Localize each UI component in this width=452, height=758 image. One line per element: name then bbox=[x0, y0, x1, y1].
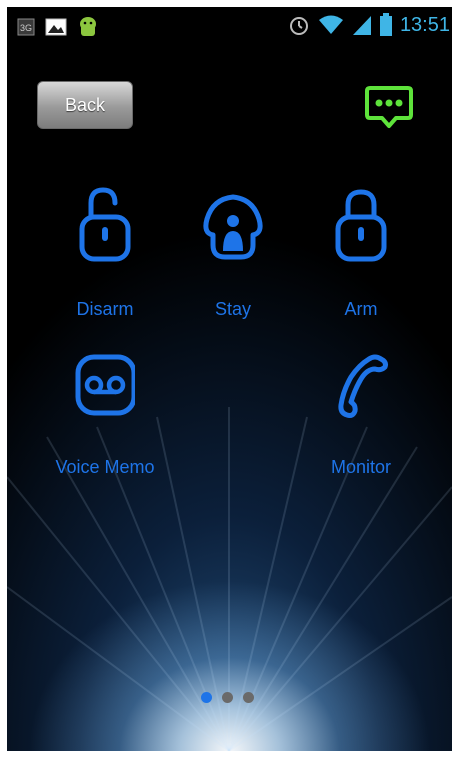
chat-bubble-icon[interactable] bbox=[364, 85, 414, 129]
alarm-icon bbox=[289, 17, 308, 35]
app-screen: 3G 13:51 Back Disarm Stay Arm Voice Memo… bbox=[7, 7, 452, 751]
unlocked-padlock-icon bbox=[79, 187, 131, 262]
disarm-button[interactable]: Disarm bbox=[45, 185, 165, 345]
monitor-label: Monitor bbox=[330, 457, 392, 477]
page-dot-1[interactable] bbox=[201, 692, 212, 703]
page-indicator bbox=[201, 692, 254, 703]
page-dot-3[interactable] bbox=[243, 692, 254, 703]
wifi-icon bbox=[318, 15, 343, 34]
signal-icon bbox=[352, 16, 371, 35]
page-dot-2[interactable] bbox=[222, 692, 233, 703]
battery-icon bbox=[379, 13, 392, 36]
stay-button[interactable]: Stay bbox=[173, 185, 293, 345]
back-button-label: Back bbox=[64, 94, 106, 115]
svg-text:3G: 3G bbox=[20, 23, 32, 33]
image-icon bbox=[45, 18, 67, 36]
arm-button[interactable]: Arm bbox=[301, 185, 421, 345]
3g-icon: 3G bbox=[17, 18, 35, 36]
locked-padlock-icon bbox=[335, 189, 387, 262]
phone-handset-icon bbox=[338, 354, 388, 418]
voice-memo-label: Voice Memo bbox=[55, 457, 155, 477]
back-button[interactable]: Back bbox=[37, 81, 133, 129]
voice-memo-button[interactable]: Voice Memo bbox=[45, 347, 165, 507]
status-bar: 3G 13:51 bbox=[7, 7, 452, 45]
monitor-button[interactable]: Monitor bbox=[301, 347, 421, 507]
android-icon bbox=[80, 17, 96, 36]
clock-time: 13:51 bbox=[399, 13, 450, 36]
voicemail-icon bbox=[75, 354, 135, 416]
arm-label: Arm bbox=[344, 299, 378, 319]
home-user-icon bbox=[203, 194, 263, 260]
